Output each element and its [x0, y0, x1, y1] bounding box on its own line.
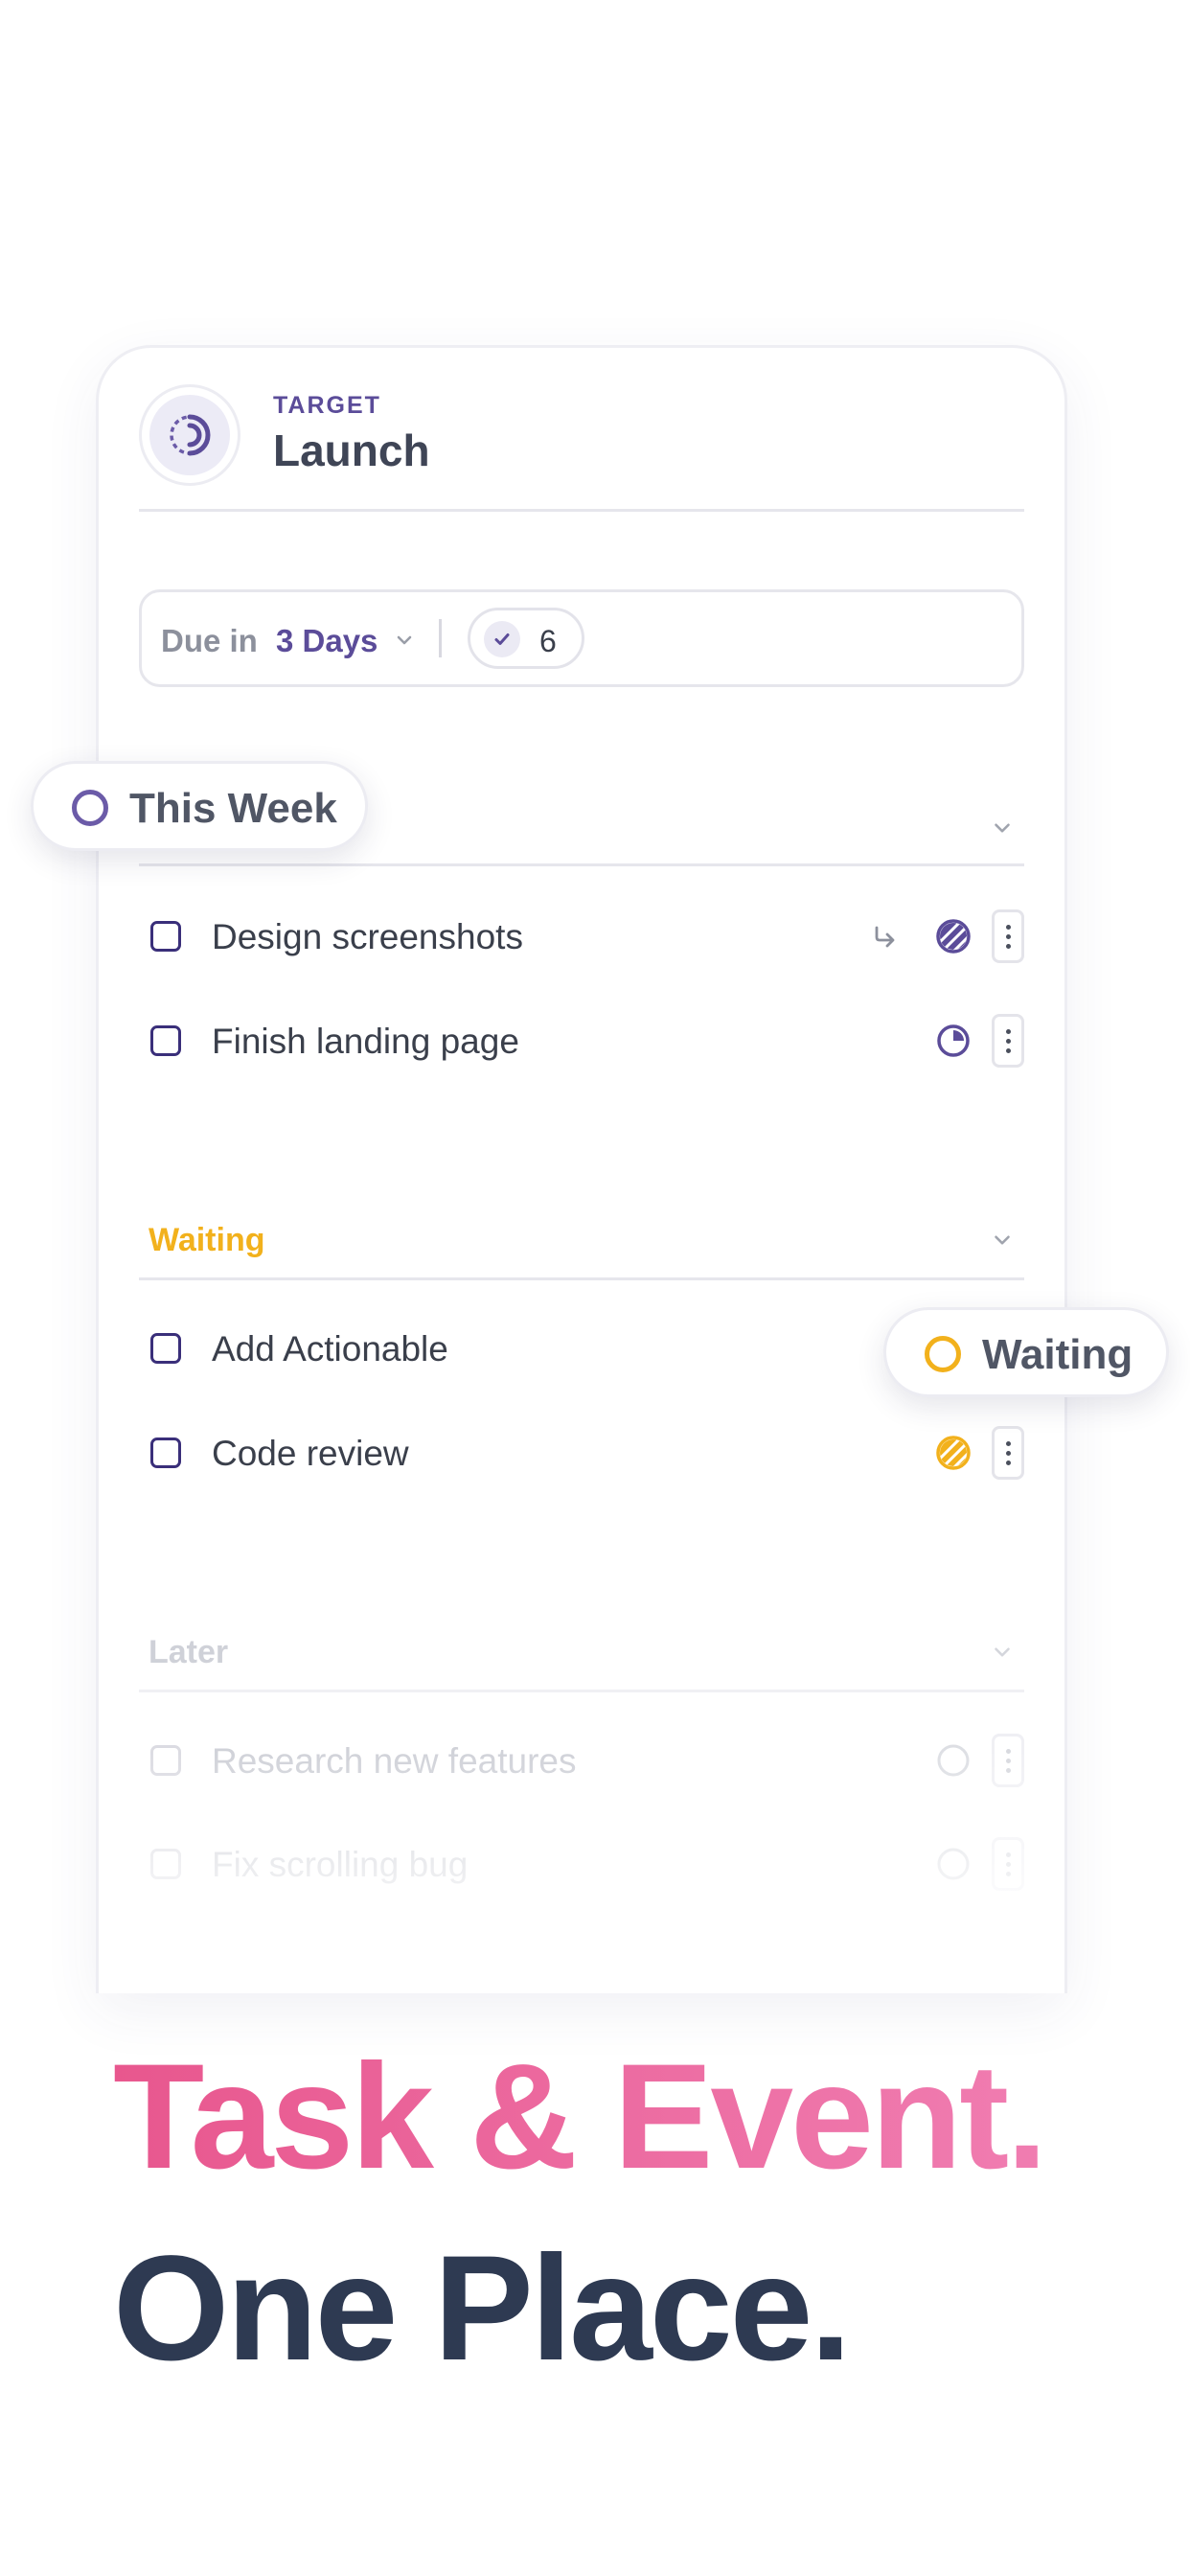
chevron-down-icon[interactable] [393, 629, 416, 652]
task-checkbox[interactable] [150, 1333, 181, 1364]
this-week-pill[interactable]: This Week [31, 761, 368, 851]
task-checkbox[interactable] [150, 921, 181, 952]
task-row[interactable]: Code review [139, 1414, 1024, 1491]
due-date-dropdown[interactable]: 3 Days [276, 623, 378, 659]
headline-line-2: One Place. [113, 2225, 852, 2392]
completed-count: 6 [539, 624, 557, 658]
waiting-pill[interactable]: Waiting [883, 1307, 1169, 1397]
section-title-waiting[interactable]: Waiting [149, 1222, 265, 1259]
target-progress-icon [170, 414, 211, 456]
task-label: Research new features [212, 1741, 577, 1781]
due-separator [439, 619, 442, 657]
target-card: TARGET Launch Due in 3 Days 6 Design scr… [96, 345, 1067, 1993]
task-label: Code review [212, 1434, 409, 1473]
task-row[interactable]: Fix scrolling bug [139, 1826, 1024, 1902]
section-title-later[interactable]: Later [149, 1634, 228, 1671]
task-label: Design screenshots [212, 917, 523, 956]
task-checkbox[interactable] [150, 1438, 181, 1468]
task-checkbox[interactable] [150, 1849, 181, 1879]
section-divider [139, 1277, 1024, 1280]
task-row[interactable]: Research new features [139, 1722, 1024, 1799]
section-divider [139, 863, 1024, 866]
due-prefix: Due in [161, 623, 258, 658]
empty-circle-icon[interactable] [934, 1845, 973, 1883]
task-label: Finish landing page [212, 1022, 519, 1061]
due-bar: Due in 3 Days 6 [139, 589, 1024, 687]
task-label: Fix scrolling bug [212, 1845, 469, 1884]
task-row[interactable]: Finish landing page [139, 1002, 1024, 1079]
hatched-circle-icon[interactable] [934, 917, 973, 955]
forward-arrow-icon [875, 926, 895, 948]
header-divider [139, 509, 1024, 512]
more-options-button[interactable] [992, 1734, 1024, 1787]
circle-icon [925, 1336, 961, 1372]
pie-quarter-icon[interactable] [934, 1022, 973, 1060]
circle-icon [72, 790, 108, 826]
target-icon-button[interactable] [139, 384, 240, 486]
more-options-button[interactable] [992, 1014, 1024, 1068]
task-checkbox[interactable] [150, 1025, 181, 1056]
target-title[interactable]: Launch [273, 425, 430, 476]
task-label: Add Actionable [212, 1329, 448, 1368]
task-checkbox[interactable] [150, 1745, 181, 1776]
more-options-button[interactable] [992, 909, 1024, 963]
section-divider [139, 1690, 1024, 1692]
hatched-circle-icon[interactable] [934, 1434, 973, 1472]
completed-count-pill[interactable]: 6 [468, 608, 584, 669]
more-options-button[interactable] [992, 1426, 1024, 1480]
more-options-button[interactable] [992, 1837, 1024, 1891]
chevron-down-icon[interactable] [990, 1640, 1015, 1665]
waiting-pill-label: Waiting [982, 1331, 1133, 1378]
task-row[interactable]: Design screenshots [139, 898, 1024, 975]
headline-line-1: Task & Event. [113, 2032, 1047, 2203]
target-kicker: TARGET [273, 392, 381, 419]
this-week-pill-label: This Week [129, 785, 337, 832]
empty-circle-icon[interactable] [934, 1741, 973, 1780]
checkmark-icon [494, 633, 510, 645]
chevron-down-icon[interactable] [990, 816, 1015, 840]
chevron-down-icon[interactable] [990, 1228, 1015, 1253]
